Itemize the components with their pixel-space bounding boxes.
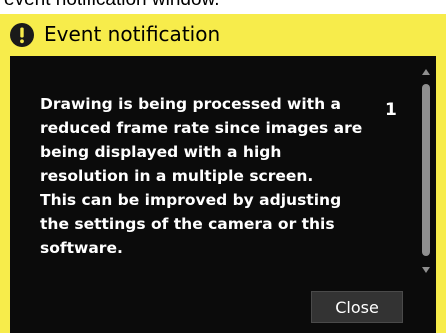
event-notification-dialog: Event notification Drawing is being proc… xyxy=(0,14,446,333)
scroll-up-arrow-icon[interactable] xyxy=(421,68,431,76)
page: event notification window. Event notific… xyxy=(0,0,446,333)
dialog-body: Drawing is being processed with a reduce… xyxy=(10,56,436,333)
dialog-title: Event notification xyxy=(44,22,221,46)
vertical-scrollbar[interactable] xyxy=(419,68,433,274)
close-button[interactable]: Close xyxy=(311,291,403,323)
notification-count: 1 xyxy=(385,100,397,120)
dialog-header: Event notification xyxy=(0,14,446,56)
notification-message: Drawing is being processed with a reduce… xyxy=(40,95,363,257)
scroll-down-arrow-icon[interactable] xyxy=(421,266,431,274)
scrollbar-thumb[interactable] xyxy=(422,84,430,256)
caption-text: event notification window. xyxy=(0,0,446,11)
exclamation-circle-icon xyxy=(10,23,34,47)
